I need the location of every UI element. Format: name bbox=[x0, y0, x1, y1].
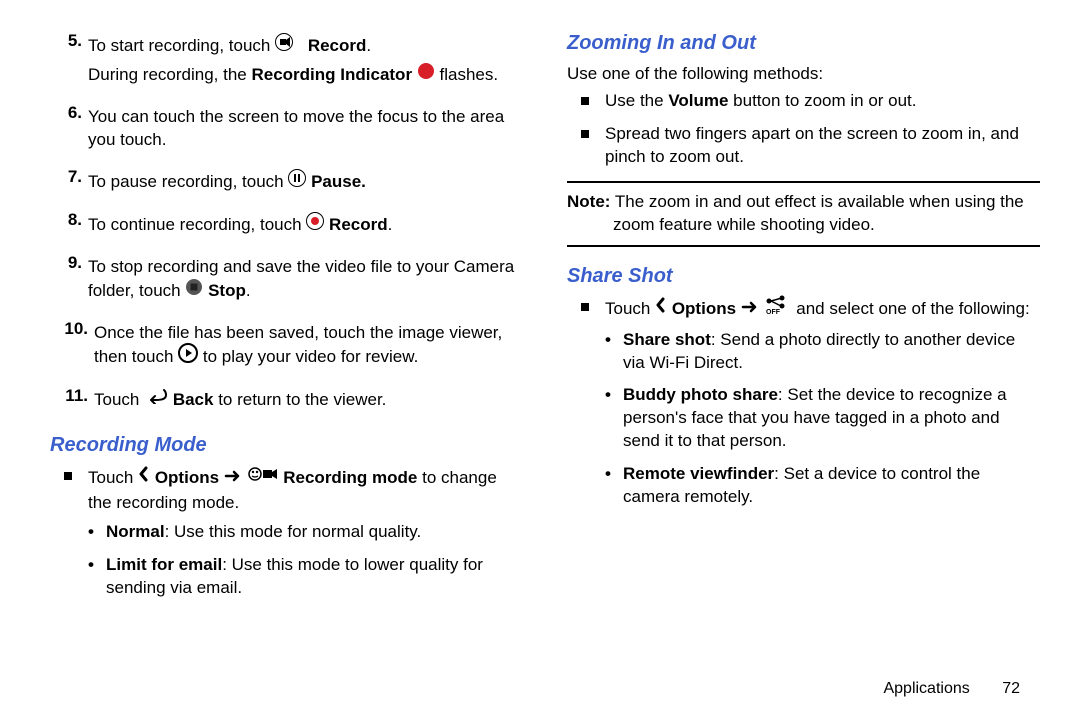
back-icon bbox=[144, 388, 168, 411]
recmode-icon bbox=[247, 464, 279, 491]
zoom-note: Note: The zoom in and out effect is avai… bbox=[567, 181, 1040, 247]
zoom-method: Spread two fingers apart on the screen t… bbox=[567, 123, 1040, 169]
note-text-line2: zoom feature while shooting video. bbox=[567, 214, 1040, 237]
step-number: 6. bbox=[50, 102, 88, 156]
step-item: 6.You can touch the screen to move the f… bbox=[50, 102, 523, 156]
zoom-methods-list: Use the Volume button to zoom in or out.… bbox=[567, 90, 1040, 169]
recording-mode-block: Touch Options Recording mode to change t… bbox=[50, 465, 523, 600]
share-shot-options: Share shot: Send a photo directly to ano… bbox=[605, 329, 1040, 510]
step-number: 7. bbox=[50, 166, 88, 199]
step-line: To start recording, touch Record. bbox=[88, 34, 523, 59]
step-line: To continue recording, touch Record. bbox=[88, 213, 523, 238]
note-text-line1: The zoom in and out effect is available … bbox=[610, 192, 1023, 211]
step-line: You can touch the screen to move the foc… bbox=[88, 106, 523, 152]
note-label: Note: bbox=[567, 192, 610, 211]
recording-mode-options: Normal: Use this mode for normal quality… bbox=[88, 521, 523, 600]
step-number: 9. bbox=[50, 252, 88, 308]
left-column: 5.To start recording, touch Record. Durin… bbox=[50, 30, 545, 710]
share-shot-intro: Touch Options and select one of the foll… bbox=[567, 296, 1040, 510]
step-item: 5.To start recording, touch Record. Durin… bbox=[50, 30, 523, 92]
chevron-icon bbox=[655, 297, 667, 320]
share-shot-block: Touch Options and select one of the foll… bbox=[567, 296, 1040, 510]
footer-page-number: 72 bbox=[1002, 680, 1020, 697]
arrow-icon bbox=[741, 297, 759, 320]
recording-mode-option: Limit for email: Use this mode to lower … bbox=[88, 554, 523, 600]
step-body: To pause recording, touch Pause. bbox=[88, 166, 523, 199]
step-line: Once the file has been saved, touch the … bbox=[94, 322, 523, 372]
recording-mode-intro: Touch Options Recording mode to change t… bbox=[50, 465, 523, 600]
reddot-icon bbox=[417, 62, 435, 87]
step-body: To stop recording and save the video fil… bbox=[88, 252, 523, 308]
shareoff-icon bbox=[764, 295, 792, 322]
recording-mode-option: Normal: Use this mode for normal quality… bbox=[88, 521, 523, 544]
step-line: Touch Back to return to the viewer. bbox=[94, 389, 523, 412]
right-column: Zooming In and Out Use one of the follow… bbox=[545, 30, 1040, 710]
step-line: To pause recording, touch Pause. bbox=[88, 170, 523, 195]
footer-chapter: Applications bbox=[883, 680, 969, 697]
step-number: 5. bbox=[50, 30, 88, 92]
pause-icon bbox=[288, 169, 306, 194]
step-line: To stop recording and save the video fil… bbox=[88, 256, 523, 304]
manual-page: 5.To start recording, touch Record. Durin… bbox=[0, 0, 1080, 720]
step-item: 10.Once the file has been saved, touch t… bbox=[50, 318, 523, 376]
zoom-intro: Use one of the following methods: bbox=[567, 63, 1040, 86]
recording-mode-heading: Recording Mode bbox=[50, 432, 523, 459]
arrow-icon bbox=[224, 466, 242, 489]
step-number: 8. bbox=[50, 209, 88, 242]
recording-steps-list: 5.To start recording, touch Record. Durin… bbox=[50, 30, 523, 416]
videocam-icon bbox=[275, 33, 303, 58]
step-number: 10. bbox=[50, 318, 94, 376]
step-body: To continue recording, touch Record. bbox=[88, 209, 523, 242]
share-option: Remote viewfinder: Set a device to contr… bbox=[605, 463, 1040, 509]
playcircle-icon bbox=[178, 343, 198, 370]
step-item: 8.To continue recording, touch Record. bbox=[50, 209, 523, 242]
step-body: To start recording, touch Record. During … bbox=[88, 30, 523, 92]
zoom-method: Use the Volume button to zoom in or out. bbox=[567, 90, 1040, 113]
stop-icon bbox=[185, 278, 203, 303]
step-number: 11. bbox=[50, 385, 94, 416]
step-body: Once the file has been saved, touch the … bbox=[94, 318, 523, 376]
share-option: Buddy photo share: Set the device to rec… bbox=[605, 384, 1040, 453]
share-shot-heading: Share Shot bbox=[567, 263, 1040, 290]
page-footer: Applications 72 bbox=[883, 678, 1020, 700]
step-body: You can touch the screen to move the foc… bbox=[88, 102, 523, 156]
share-option: Share shot: Send a photo directly to ano… bbox=[605, 329, 1040, 375]
step-item: 11.Touch Back to return to the viewer. bbox=[50, 385, 523, 416]
step-line: During recording, the Recording Indicato… bbox=[88, 63, 523, 88]
step-body: Touch Back to return to the viewer. bbox=[94, 385, 523, 416]
chevron-icon bbox=[138, 466, 150, 489]
recdot-icon bbox=[306, 212, 324, 237]
zoom-heading: Zooming In and Out bbox=[567, 30, 1040, 57]
step-item: 7.To pause recording, touch Pause. bbox=[50, 166, 523, 199]
step-item: 9.To stop recording and save the video f… bbox=[50, 252, 523, 308]
